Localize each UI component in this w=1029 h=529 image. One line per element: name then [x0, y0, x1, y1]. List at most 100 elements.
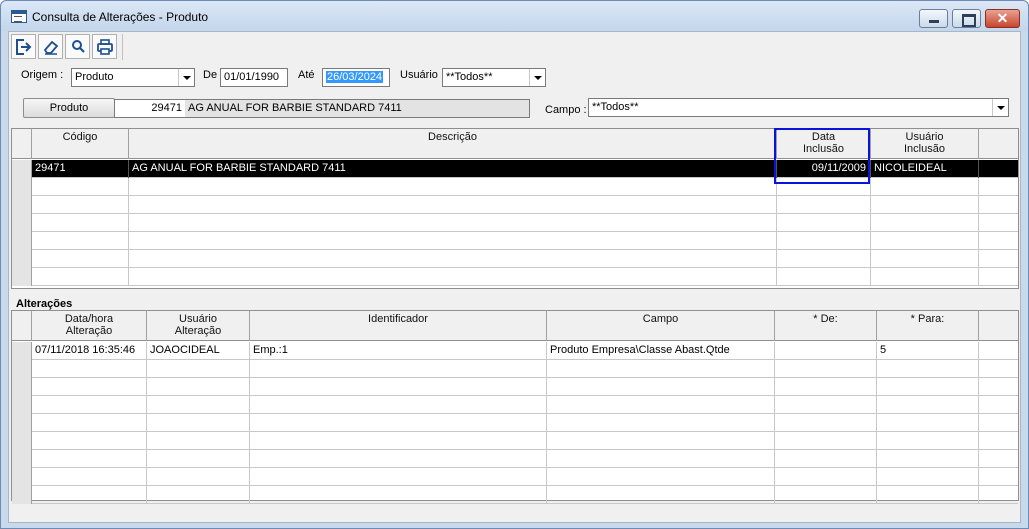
empty-cell[interactable] [147, 414, 250, 432]
empty-cell[interactable] [979, 360, 1018, 378]
empty-cell[interactable] [147, 360, 250, 378]
empty-cell[interactable] [979, 468, 1018, 486]
col-de[interactable]: * De: [775, 311, 877, 341]
chevron-down-icon[interactable] [992, 99, 1008, 116]
clear-button[interactable] [38, 34, 63, 59]
col-usuario-alteracao[interactable]: Usuário Alteração [147, 311, 250, 341]
empty-cell[interactable] [979, 250, 1018, 268]
cell-identificador[interactable]: Emp.:1 [250, 342, 547, 360]
empty-cell[interactable] [32, 360, 147, 378]
empty-row[interactable] [12, 360, 1018, 378]
empty-cell[interactable] [147, 486, 250, 504]
empty-cell[interactable] [871, 232, 979, 250]
empty-row[interactable] [12, 486, 1018, 504]
empty-cell[interactable] [250, 450, 547, 468]
empty-cell[interactable] [129, 268, 777, 286]
empty-cell[interactable] [871, 268, 979, 286]
cell-para[interactable]: 5 [877, 342, 979, 360]
empty-cell[interactable] [979, 486, 1018, 504]
empty-cell[interactable] [775, 378, 877, 396]
empty-cell[interactable] [32, 468, 147, 486]
empty-cell[interactable] [877, 450, 979, 468]
empty-cell[interactable] [979, 214, 1018, 232]
empty-cell[interactable] [775, 396, 877, 414]
ate-date-input[interactable]: 26/03/2024 [322, 68, 390, 87]
empty-row[interactable] [12, 396, 1018, 414]
cell-codigo[interactable]: 29471 [32, 160, 129, 178]
empty-cell[interactable] [877, 414, 979, 432]
empty-cell[interactable] [32, 232, 129, 250]
empty-cell[interactable] [147, 378, 250, 396]
minimize-button[interactable] [919, 9, 948, 28]
campo-select[interactable]: **Todos** [588, 98, 1009, 117]
row-indicator[interactable] [12, 432, 32, 450]
empty-cell[interactable] [979, 178, 1018, 196]
empty-cell[interactable] [777, 232, 871, 250]
empty-cell[interactable] [871, 196, 979, 214]
cell-usuario-inclusao[interactable]: NICOLEIDEAL [871, 160, 979, 178]
produto-lookup[interactable]: 29471 AG ANUAL FOR BARBIE STANDARD 7411 [114, 99, 530, 118]
empty-row[interactable] [12, 196, 1018, 214]
col-usuario-inclusao[interactable]: Usuário Inclusão [871, 129, 979, 159]
empty-cell[interactable] [147, 468, 250, 486]
produto-button[interactable]: Produto [23, 98, 115, 118]
empty-cell[interactable] [547, 378, 775, 396]
empty-row[interactable] [12, 414, 1018, 432]
row-indicator[interactable] [12, 360, 32, 378]
empty-row[interactable] [12, 232, 1018, 250]
empty-cell[interactable] [250, 468, 547, 486]
empty-cell[interactable] [775, 486, 877, 504]
col-identificador[interactable]: Identificador [250, 311, 547, 341]
empty-cell[interactable] [877, 486, 979, 504]
empty-cell[interactable] [32, 196, 129, 214]
empty-row[interactable] [12, 432, 1018, 450]
row-indicator[interactable] [12, 178, 32, 196]
empty-cell[interactable] [871, 214, 979, 232]
empty-cell[interactable] [979, 414, 1018, 432]
empty-row[interactable] [12, 450, 1018, 468]
empty-cell[interactable] [775, 432, 877, 450]
empty-cell[interactable] [32, 486, 147, 504]
empty-cell[interactable] [979, 378, 1018, 396]
table-row[interactable]: 07/11/2018 16:35:46 JOAOCIDEAL Emp.:1 Pr… [12, 342, 1018, 360]
empty-cell[interactable] [32, 396, 147, 414]
empty-cell[interactable] [775, 360, 877, 378]
usuario-select[interactable]: **Todos** [442, 68, 546, 87]
empty-cell[interactable] [877, 396, 979, 414]
empty-cell[interactable] [979, 232, 1018, 250]
exit-button[interactable] [11, 34, 36, 59]
empty-row[interactable] [12, 268, 1018, 286]
empty-cell[interactable] [775, 468, 877, 486]
row-indicator[interactable] [12, 378, 32, 396]
empty-row[interactable] [12, 468, 1018, 486]
close-button[interactable]: ✕ [985, 9, 1020, 28]
row-indicator[interactable] [12, 342, 32, 360]
empty-cell[interactable] [877, 360, 979, 378]
col-codigo[interactable]: Código [32, 129, 129, 159]
empty-cell[interactable] [877, 432, 979, 450]
row-indicator[interactable] [12, 214, 32, 232]
row-indicator[interactable] [12, 196, 32, 214]
empty-cell[interactable] [547, 396, 775, 414]
empty-cell[interactable] [32, 214, 129, 232]
cell-usuario[interactable]: JOAOCIDEAL [147, 342, 250, 360]
empty-cell[interactable] [32, 378, 147, 396]
print-button[interactable] [92, 34, 117, 59]
row-indicator[interactable] [12, 450, 32, 468]
row-indicator[interactable] [12, 486, 32, 504]
origem-select[interactable]: Produto [71, 68, 195, 87]
search-button[interactable] [65, 34, 90, 59]
row-indicator[interactable] [12, 232, 32, 250]
empty-cell[interactable] [871, 250, 979, 268]
empty-cell[interactable] [250, 378, 547, 396]
row-indicator[interactable] [12, 250, 32, 268]
empty-cell[interactable] [250, 360, 547, 378]
row-indicator[interactable] [12, 160, 32, 178]
col-descricao[interactable]: Descrição [129, 129, 777, 159]
empty-cell[interactable] [250, 432, 547, 450]
empty-cell[interactable] [547, 360, 775, 378]
title-bar[interactable]: Consulta de Alterações - Produto ✕ [1, 1, 1028, 31]
empty-cell[interactable] [777, 268, 871, 286]
empty-row[interactable] [12, 214, 1018, 232]
row-indicator[interactable] [12, 268, 32, 286]
